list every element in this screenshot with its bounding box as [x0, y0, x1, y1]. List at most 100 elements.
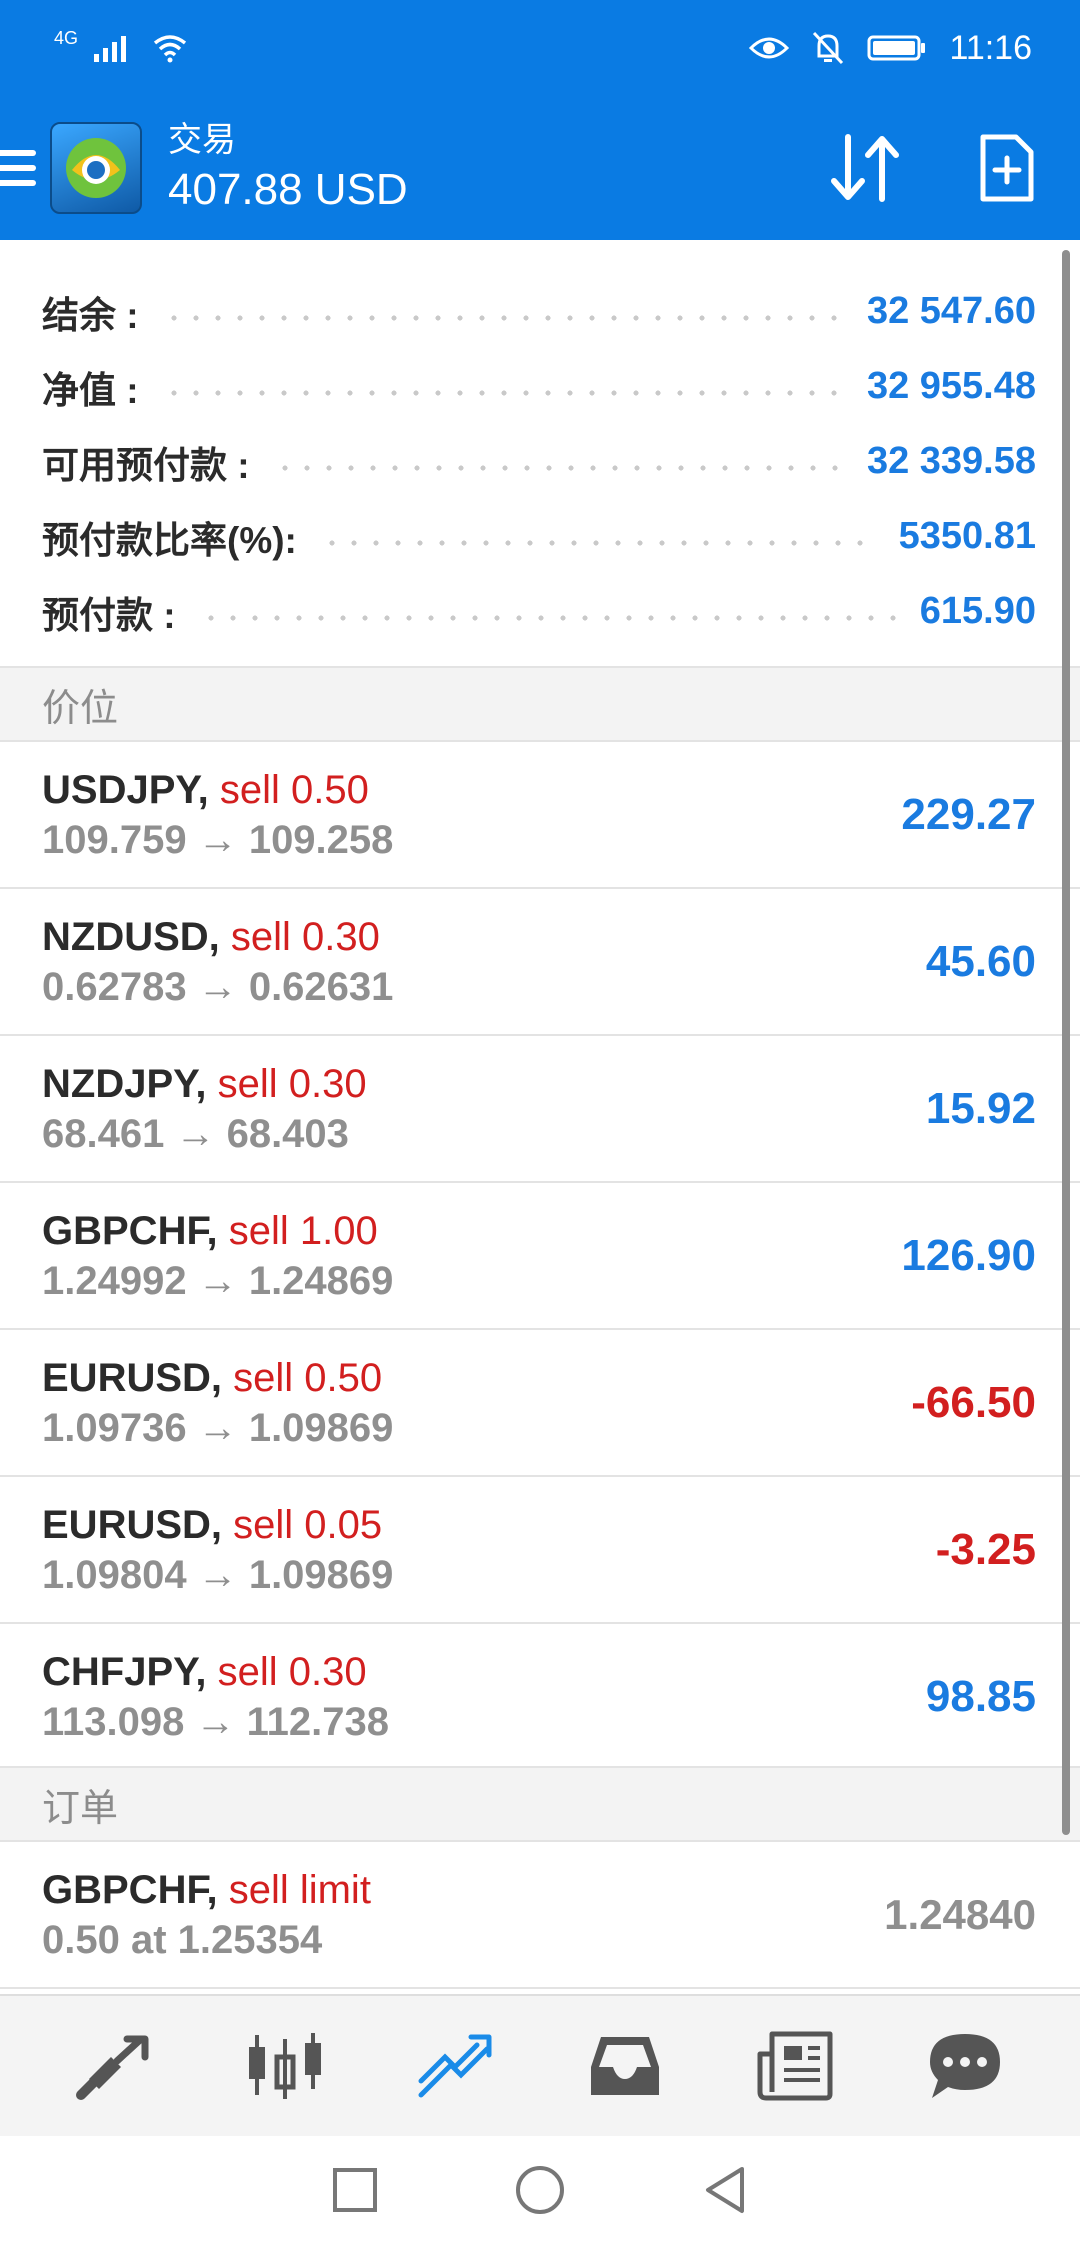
orders-list: GBPCHF, sell limit 0.50 at 1.25354 1.248…	[0, 1842, 1080, 1989]
summary-value: 615.90	[919, 590, 1036, 632]
position-action: sell 0.30	[217, 1061, 367, 1106]
order-action: sell limit	[228, 1867, 371, 1912]
nav-chat[interactable]	[905, 2006, 1025, 2126]
position-action: sell 1.00	[228, 1208, 378, 1253]
trade-icon	[418, 2034, 492, 2098]
back-icon[interactable]	[702, 2165, 748, 2215]
summary-label: 预付款比率(%):	[42, 519, 297, 561]
position-profit: 126.90	[901, 1230, 1036, 1280]
position-info: GBPCHF, sell 1.00 1.24992 → 1.24869	[42, 1206, 393, 1306]
status-right: 11:16	[749, 29, 1032, 68]
history-icon	[591, 2037, 659, 2095]
dotted-leader	[273, 463, 843, 472]
position-row[interactable]: NZDJPY, sell 0.30 68.461 → 68.403 15.92	[0, 1036, 1080, 1183]
summary-label: 可用预付款 :	[42, 444, 250, 486]
summary-value: 32 547.60	[866, 290, 1036, 332]
order-title: GBPCHF, sell limit	[42, 1865, 371, 1915]
sort-icon[interactable]	[826, 133, 904, 203]
app-bar: 交易 407.88 USD	[0, 96, 1080, 240]
bell-off-icon	[813, 31, 844, 65]
chart-icon	[249, 2033, 321, 2099]
position-action: sell 0.05	[233, 1502, 383, 1547]
summary-row-margin: 预付款 : 615.90	[0, 574, 1080, 649]
position-row[interactable]: CHFJPY, sell 0.30 113.098 → 112.738 98.8…	[0, 1624, 1080, 1771]
orders-section-header: 订单	[0, 1766, 1080, 1842]
summary-label: 预付款 :	[42, 594, 176, 636]
position-profit: -66.50	[911, 1377, 1036, 1427]
account-summary: 结余 : 32 547.60 净值 : 32 955.48 可用预付款 : 32…	[0, 240, 1080, 666]
metatrader-logo-icon	[66, 138, 126, 198]
position-action: sell 0.30	[217, 1649, 367, 1694]
position-symbol: EURUSD,	[42, 1502, 223, 1547]
order-row[interactable]: GBPCHF, sell limit 0.50 at 1.25354 1.248…	[0, 1842, 1080, 1989]
app-actions	[826, 132, 1036, 204]
position-symbol: NZDUSD,	[42, 914, 220, 959]
chat-icon	[930, 2034, 1000, 2098]
nav-history[interactable]	[565, 2006, 685, 2126]
summary-row-free-margin: 可用预付款 : 32 339.58	[0, 424, 1080, 499]
recent-apps-icon[interactable]	[332, 2167, 378, 2213]
dotted-leader	[320, 538, 875, 547]
position-info: NZDUSD, sell 0.30 0.62783 → 0.62631	[42, 912, 393, 1012]
battery-icon	[867, 35, 926, 61]
nav-chart[interactable]	[225, 2006, 345, 2126]
position-row[interactable]: EURUSD, sell 0.05 1.09804 → 1.09869 -3.2…	[0, 1477, 1080, 1624]
position-title: CHFJPY, sell 0.30	[42, 1647, 389, 1697]
order-detail: 0.50 at 1.25354	[42, 1917, 323, 1962]
position-symbol: NZDJPY,	[42, 1061, 207, 1106]
position-row[interactable]: USDJPY, sell 0.50 109.759 → 109.258 229.…	[0, 742, 1080, 889]
signal-icon	[94, 36, 127, 62]
scrollbar[interactable]	[1062, 250, 1070, 1835]
positions-section-header: 价位	[0, 666, 1080, 742]
summary-label: 净值 :	[42, 369, 139, 411]
dotted-leader	[199, 613, 896, 622]
home-icon[interactable]	[514, 2164, 566, 2216]
order-price: 1.24840	[884, 1890, 1036, 1938]
position-row[interactable]: NZDUSD, sell 0.30 0.62783 → 0.62631 45.6…	[0, 889, 1080, 1036]
position-prices: 0.62783 → 0.62631	[42, 964, 394, 1009]
positions-list: USDJPY, sell 0.50 109.759 → 109.258 229.…	[0, 742, 1080, 1771]
order-info: GBPCHF, sell limit 0.50 at 1.25354	[42, 1865, 371, 1965]
dotted-leader	[162, 313, 843, 322]
quotes-icon	[76, 2035, 149, 2100]
app-logo	[50, 122, 142, 214]
nav-trade[interactable]	[395, 2006, 515, 2126]
new-order-icon[interactable]	[978, 132, 1036, 204]
position-title: NZDJPY, sell 0.30	[42, 1059, 367, 1109]
position-profit: 229.27	[901, 789, 1036, 839]
order-symbol: GBPCHF,	[42, 1867, 218, 1912]
summary-value: 32 955.48	[866, 365, 1036, 407]
summary-value: 32 339.58	[866, 440, 1036, 482]
position-profit: 98.85	[925, 1671, 1036, 1721]
position-row[interactable]: EURUSD, sell 0.50 1.09736 → 1.09869 -66.…	[0, 1330, 1080, 1477]
wifi-icon	[153, 35, 187, 63]
position-title: EURUSD, sell 0.50	[42, 1353, 393, 1403]
position-prices: 68.461 → 68.403	[42, 1111, 349, 1156]
position-title: GBPCHF, sell 1.00	[42, 1206, 393, 1256]
position-info: EURUSD, sell 0.50 1.09736 → 1.09869	[42, 1353, 393, 1453]
position-info: EURUSD, sell 0.05 1.09804 → 1.09869	[42, 1500, 393, 1600]
menu-icon[interactable]	[0, 140, 36, 196]
position-symbol: USDJPY,	[42, 767, 209, 812]
nav-news[interactable]	[735, 2006, 855, 2126]
position-info: USDJPY, sell 0.50 109.759 → 109.258	[42, 765, 393, 865]
position-prices: 1.09804 → 1.09869	[42, 1552, 394, 1597]
position-row[interactable]: GBPCHF, sell 1.00 1.24992 → 1.24869 126.…	[0, 1183, 1080, 1330]
bottom-nav	[0, 1994, 1080, 2136]
nav-quotes[interactable]	[55, 2006, 175, 2126]
position-symbol: GBPCHF,	[42, 1208, 218, 1253]
position-prices: 113.098 → 112.738	[42, 1699, 389, 1744]
position-symbol: EURUSD,	[42, 1355, 223, 1400]
clock: 11:16	[949, 28, 1032, 67]
position-action: sell 0.30	[230, 914, 380, 959]
status-bar: 4G 11:16	[0, 0, 1080, 96]
position-prices: 1.24992 → 1.24869	[42, 1258, 394, 1303]
system-nav-bar	[0, 2136, 1080, 2244]
page-title: 交易	[168, 121, 236, 159]
summary-row-margin-level: 预付款比率(%): 5350.81	[0, 499, 1080, 574]
position-profit: 45.60	[925, 936, 1036, 986]
position-title: EURUSD, sell 0.05	[42, 1500, 393, 1550]
position-title: USDJPY, sell 0.50	[42, 765, 393, 815]
position-info: NZDJPY, sell 0.30 68.461 → 68.403	[42, 1059, 367, 1159]
position-title: NZDUSD, sell 0.30	[42, 912, 393, 962]
